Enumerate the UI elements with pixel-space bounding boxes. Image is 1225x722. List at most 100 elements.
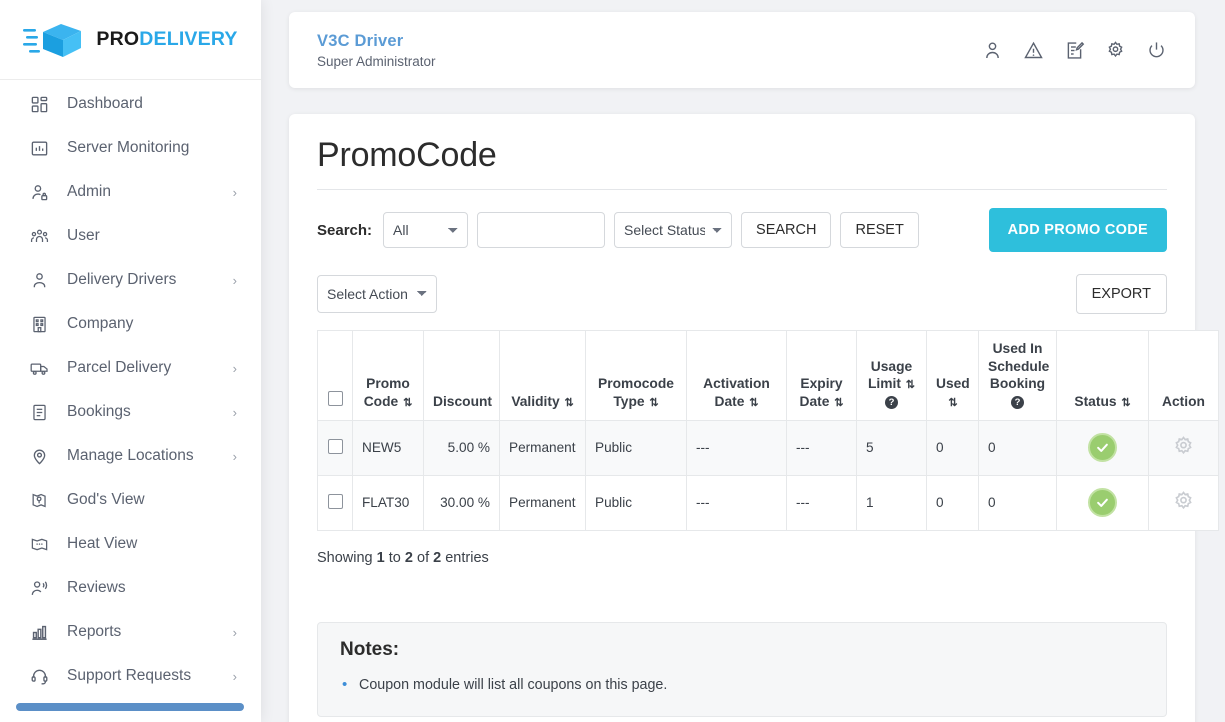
help-icon[interactable]: ?	[1011, 395, 1024, 409]
col-promocode-type[interactable]: Promocode Type ⇅	[585, 330, 687, 421]
cell-action	[1148, 474, 1219, 531]
title-divider	[317, 189, 1167, 190]
row-gear-icon[interactable]	[1172, 490, 1195, 513]
col-used-in-schedule-booking: Used In Schedule Booking ?	[978, 330, 1057, 421]
sidebar-item-bookings[interactable]: Bookings ›	[0, 390, 261, 434]
chevron-right-icon: ›	[232, 184, 237, 200]
truck-icon	[28, 357, 50, 379]
search-type-select[interactable]: All	[383, 212, 469, 248]
sidebar-item-server-monitoring[interactable]: Server Monitoring	[0, 126, 261, 170]
cell-validity: Permanent	[499, 474, 586, 531]
col-activation-date[interactable]: Activation Date ⇅	[686, 330, 787, 421]
page-title: PromoCode	[317, 136, 497, 174]
col-label: Validity	[511, 393, 560, 409]
cell-promo-code: FLAT30	[352, 474, 424, 531]
select-all-checkbox[interactable]	[327, 390, 343, 406]
sidebar-item-reviews[interactable]: Reviews	[0, 566, 261, 610]
col-label: Activation Date	[703, 376, 770, 409]
sidebar: PRODELIVERY Dashboard Server Monitoring …	[0, 0, 261, 722]
alert-triangle-icon[interactable]	[1023, 40, 1044, 61]
sidebar-item-heat-view[interactable]: Heat View	[0, 522, 261, 566]
row-checkbox[interactable]	[327, 493, 343, 509]
sidebar-item-label: Reviews	[67, 579, 126, 596]
list-item: Coupon module will list all coupons on t…	[340, 672, 1144, 698]
cell-status	[1056, 419, 1149, 476]
table-header-row: Promo Code ⇅ Discount Validity ⇅ Promoco…	[317, 330, 1219, 421]
headset-icon	[28, 665, 50, 687]
notes-title: Notes:	[340, 638, 400, 660]
col-status[interactable]: Status ⇅	[1056, 330, 1149, 421]
chevron-right-icon: ›	[232, 448, 237, 464]
box-speed-icon	[23, 23, 82, 57]
table-entries-info: Showing 1 to 2 of 2 entries	[317, 550, 1167, 566]
search-input[interactable]	[477, 212, 606, 248]
col-validity[interactable]: Validity ⇅	[499, 330, 586, 421]
col-usage-limit[interactable]: Usage Limit ⇅ ?	[856, 330, 927, 421]
sidebar-item-manage-locations[interactable]: Manage Locations ›	[0, 434, 261, 478]
user-lock-icon	[28, 181, 50, 203]
export-button[interactable]: EXPORT	[1075, 274, 1167, 314]
help-icon[interactable]: ?	[885, 395, 898, 409]
cell-discount: 5.00 %	[423, 419, 500, 476]
col-used[interactable]: Used ⇅	[926, 330, 979, 421]
bulk-action-select[interactable]: Select Action	[317, 275, 437, 313]
row-checkbox[interactable]	[327, 438, 343, 454]
check-icon	[1097, 443, 1108, 453]
cell-expiry-date: ---	[786, 419, 857, 476]
cell-used: 0	[926, 474, 979, 531]
sort-icon: ⇅	[1121, 396, 1131, 409]
gear-icon[interactable]	[1105, 40, 1126, 61]
sidebar-item-admin[interactable]: Admin ›	[0, 170, 261, 214]
col-promo-code[interactable]: Promo Code ⇅	[352, 330, 424, 421]
check-icon	[1097, 498, 1108, 508]
topbar-titles: V3C Driver Super Administrator	[317, 32, 436, 69]
chart-box-icon	[28, 137, 50, 159]
sidebar-item-company[interactable]: Company	[0, 302, 261, 346]
sort-icon: ⇅	[948, 396, 958, 409]
sidebar-item-support-requests[interactable]: Support Requests ›	[0, 654, 261, 698]
chevron-right-icon: ›	[232, 624, 237, 640]
sidebar-item-parcel-delivery[interactable]: Parcel Delivery ›	[0, 346, 261, 390]
map-heat-icon	[28, 533, 50, 555]
sidebar-item-label: Admin	[67, 183, 111, 200]
sidebar-scrollbar[interactable]	[16, 703, 244, 711]
cell-promocode-type: Public	[585, 419, 687, 476]
edit-note-icon[interactable]	[1064, 40, 1085, 61]
sidebar-item-gods-view[interactable]: God's View	[0, 478, 261, 522]
search-label: Search:	[317, 221, 373, 239]
cell-activation-date: ---	[686, 419, 787, 476]
reset-button[interactable]: RESET	[840, 212, 919, 248]
topbar-icon-group	[982, 40, 1167, 61]
filters-bar: Search: All Select Status SEARCH RESET A…	[317, 208, 1167, 252]
row-select-cell	[317, 419, 353, 476]
user-voice-icon	[28, 577, 50, 599]
table-row: FLAT30 30.00 % Permanent Public --- --- …	[317, 474, 1219, 531]
status-badge[interactable]	[1088, 433, 1117, 463]
building-icon	[28, 313, 50, 335]
sidebar-item-delivery-drivers[interactable]: Delivery Drivers ›	[0, 258, 261, 302]
map-eye-icon	[28, 489, 50, 511]
status-select[interactable]: Select Status	[614, 212, 733, 248]
cell-validity: Permanent	[499, 419, 586, 476]
promocode-table: Promo Code ⇅ Discount Validity ⇅ Promoco…	[317, 330, 1219, 531]
brand-header: PRODELIVERY	[0, 0, 261, 80]
row-gear-icon[interactable]	[1172, 435, 1195, 458]
sidebar-item-user[interactable]: User	[0, 214, 261, 258]
add-promo-code-button[interactable]: ADD PROMO CODE	[988, 208, 1167, 252]
power-icon[interactable]	[1146, 40, 1167, 61]
status-badge[interactable]	[1088, 488, 1117, 518]
sidebar-item-dashboard[interactable]: Dashboard	[0, 82, 261, 126]
sidebar-item-label: Heat View	[67, 535, 138, 552]
row-select-cell	[317, 474, 353, 531]
sidebar-item-reports[interactable]: Reports ›	[0, 610, 261, 654]
grid-icon	[28, 93, 50, 115]
brand-logo[interactable]: PRODELIVERY	[23, 19, 237, 61]
cell-promo-code: NEW5	[352, 419, 424, 476]
sidebar-item-label: Server Monitoring	[67, 139, 190, 156]
col-label: Action	[1162, 393, 1205, 409]
col-label: Promocode Type	[598, 376, 674, 409]
col-expiry-date[interactable]: Expiry Date ⇅	[786, 330, 857, 421]
sidebar-item-label: God's View	[67, 491, 145, 508]
search-button[interactable]: SEARCH	[741, 212, 832, 248]
profile-icon[interactable]	[982, 40, 1003, 61]
